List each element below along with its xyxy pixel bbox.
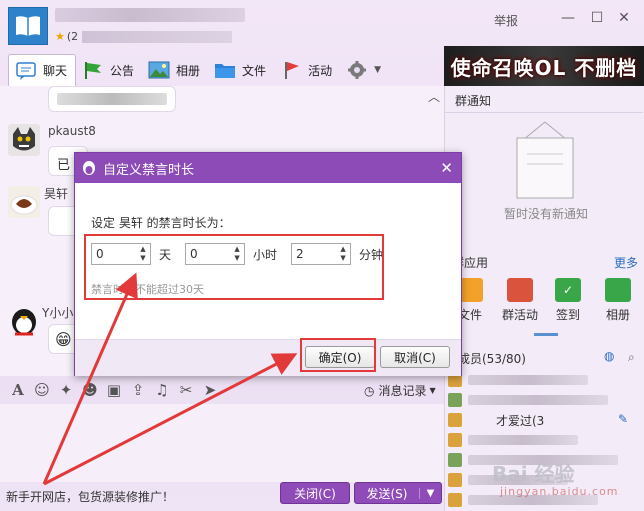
activity-icon bbox=[507, 278, 533, 302]
send-options-chevron-icon[interactable]: ▼ bbox=[419, 487, 441, 499]
pin-flag-icon bbox=[285, 62, 300, 79]
member-name: 才爱过(3 bbox=[496, 414, 545, 428]
check-icon: ✓ bbox=[555, 278, 581, 302]
qq-penguin-icon bbox=[83, 161, 95, 175]
emoticon-shop-icon[interactable]: ☻ bbox=[78, 381, 102, 399]
group-subinfo: ★ (2 bbox=[55, 30, 233, 43]
maximize-button[interactable]: ☐ bbox=[587, 9, 607, 27]
search-icon[interactable]: ⌕ bbox=[628, 350, 635, 365]
flag-icon bbox=[85, 62, 102, 79]
tab-album[interactable]: 相册 bbox=[142, 55, 208, 85]
member-row[interactable] bbox=[446, 392, 642, 408]
picture-icon bbox=[148, 61, 170, 79]
gear-icon bbox=[348, 61, 367, 79]
notice-title: 群通知 bbox=[455, 94, 492, 108]
picture-icon bbox=[605, 278, 631, 302]
emoji-icon[interactable]: ☺ bbox=[30, 381, 54, 399]
font-icon[interactable]: A bbox=[6, 381, 30, 399]
notice-empty-text: 暂时没有新通知 bbox=[504, 207, 589, 221]
sender-name: 昊轩 bbox=[44, 187, 69, 201]
chevron-down-icon: ▼ bbox=[374, 65, 381, 75]
scissors-icon[interactable]: ✂ bbox=[174, 381, 198, 399]
app-checkin[interactable]: ✓ 签到 bbox=[548, 278, 588, 323]
sender-name: Y小小 bbox=[42, 306, 74, 320]
tab-chat[interactable]: 聊天 bbox=[8, 54, 77, 86]
annotation-box-ok bbox=[300, 338, 376, 372]
annotation-box-inputs bbox=[84, 234, 384, 300]
send-button[interactable]: 发送(S) ▼ bbox=[354, 482, 442, 504]
edit-icon[interactable]: ✎ bbox=[618, 412, 628, 426]
report-button[interactable]: 举报 bbox=[494, 12, 518, 29]
folder-icon bbox=[215, 64, 236, 78]
avatar[interactable] bbox=[8, 186, 40, 218]
avatar[interactable] bbox=[8, 124, 40, 156]
more-apps-link[interactable]: 更多 bbox=[614, 254, 638, 271]
members-title: 成员(53/80) bbox=[458, 352, 526, 366]
dialog-close-button[interactable]: ✕ bbox=[440, 159, 453, 177]
collapse-up-icon[interactable]: ︿ bbox=[428, 88, 440, 105]
watermark-url: jingyan.baidu.com bbox=[500, 485, 619, 498]
notice-board-icon bbox=[516, 121, 574, 199]
close-window-button[interactable]: ✕ bbox=[614, 9, 634, 27]
member-row[interactable] bbox=[446, 372, 642, 388]
tab-announcement[interactable]: 公告 bbox=[76, 55, 142, 85]
tab-activity[interactable]: 活动 bbox=[274, 55, 340, 85]
chevron-down-icon: ▼ bbox=[429, 386, 436, 395]
book-icon bbox=[16, 16, 40, 36]
settings-button[interactable]: ▼ bbox=[340, 55, 389, 85]
app-group-activity[interactable]: 群活动 bbox=[500, 278, 540, 323]
avatar[interactable] bbox=[8, 304, 40, 336]
message-history-button[interactable]: ◷ 消息记录 ▼ bbox=[364, 382, 436, 399]
chat-bubble-icon[interactable]: ◍ bbox=[604, 349, 614, 363]
sender-name: pkaust8 bbox=[48, 124, 96, 138]
group-name-blurred bbox=[55, 8, 245, 22]
tab-files[interactable]: 文件 bbox=[208, 55, 274, 85]
mute-prompt: 设定 昊轩 的禁言时长为： bbox=[91, 216, 231, 230]
music-icon[interactable]: ♫ bbox=[150, 381, 174, 399]
more-tools-icon[interactable]: ➤ bbox=[198, 381, 222, 399]
title-bar: ★ (2 举报 — ☐ ✕ bbox=[0, 0, 644, 46]
grin-emoji-icon: 😁 bbox=[55, 330, 72, 349]
clock-icon: ◷ bbox=[364, 383, 375, 398]
qq-group-chat-window: ★ (2 举报 — ☐ ✕ 聊天 公告 相册 文件 活动 ▼ 使命召唤OL 不删… bbox=[0, 0, 644, 511]
watermark: Bai 经验 bbox=[492, 462, 575, 486]
upload-icon[interactable]: ⇪ bbox=[126, 381, 150, 399]
message-bubble bbox=[48, 86, 176, 112]
star-icon: ★ bbox=[55, 30, 65, 43]
magic-wand-icon[interactable]: ✦ bbox=[54, 381, 78, 399]
group-avatar[interactable] bbox=[8, 7, 48, 45]
message-input[interactable] bbox=[0, 404, 444, 482]
minimize-button[interactable]: — bbox=[558, 9, 578, 27]
app-album[interactable]: 相册 bbox=[598, 278, 638, 323]
chat-icon bbox=[16, 61, 36, 80]
image-icon[interactable]: ▣ bbox=[102, 381, 126, 399]
dialog-title-bar: 自定义禁言时长 bbox=[75, 153, 461, 183]
main-toolbar: 聊天 公告 相册 文件 活动 ▼ bbox=[0, 54, 444, 86]
blurred-text bbox=[57, 93, 167, 105]
close-button[interactable]: 关闭(C) bbox=[280, 482, 350, 504]
cancel-button[interactable]: 取消(C) bbox=[380, 346, 450, 368]
ad-banner[interactable]: 使命召唤OL 不删档 bbox=[444, 46, 644, 86]
promo-link[interactable]: 新手开网店，包货源装修推广！ bbox=[6, 488, 174, 505]
member-row[interactable] bbox=[446, 432, 642, 448]
page-indicator bbox=[534, 333, 558, 336]
blurred-text bbox=[82, 30, 233, 43]
